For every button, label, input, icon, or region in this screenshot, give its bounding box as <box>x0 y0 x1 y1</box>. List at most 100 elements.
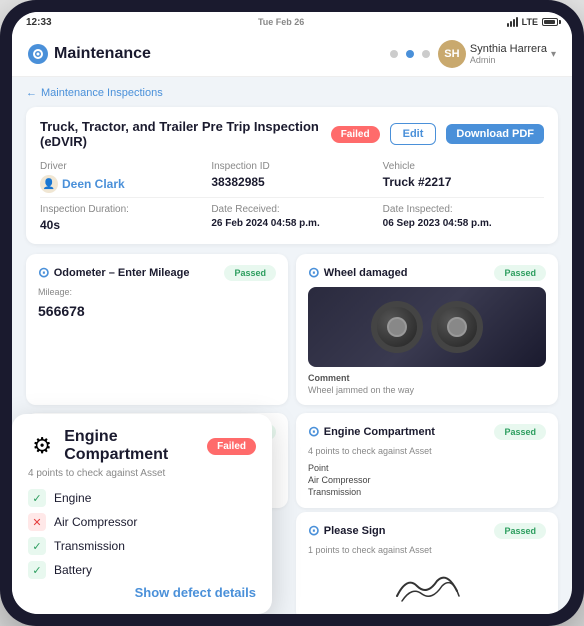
driver-value: 👤 Deen Clark <box>40 175 201 193</box>
duration-value: 40s <box>40 218 201 232</box>
check-label-battery: Battery <box>54 563 92 577</box>
engine-right-badge: Passed <box>494 424 546 440</box>
inspection-info-grid-2: Inspection Duration: 40s Date Received: … <box>40 204 544 232</box>
user-name: Synthia Harrera <box>470 43 547 55</box>
sign-title-row: ⊙ Please Sign Passed <box>308 522 546 539</box>
check-pass-icon-engine: ✓ <box>28 489 46 507</box>
gear-icon: ⚙ <box>28 430 56 462</box>
engine-right-icon: ⊙ <box>308 423 320 440</box>
vehicle-cell: Vehicle Truck #2217 <box>383 161 544 193</box>
download-pdf-button[interactable]: Download PDF <box>446 124 544 144</box>
wheel-title: ⊙ Wheel damaged <box>308 264 407 281</box>
status-right: LTE <box>507 17 558 27</box>
check-pass-icon-transmission: ✓ <box>28 537 46 555</box>
breadcrumb-arrow-icon: ← <box>26 87 37 99</box>
check-label-engine: Engine <box>54 491 91 505</box>
inspection-id-value: 38382985 <box>211 175 372 189</box>
engine-right-subtitle: 4 points to check against Asset <box>308 446 546 456</box>
nav-dot-2[interactable] <box>406 50 414 58</box>
check-item-air: ✕ Air Compressor <box>28 513 256 531</box>
inspection-header-card: Truck, Tractor, and Trailer Pre Trip Ins… <box>26 107 558 244</box>
comment-label: Comment <box>308 373 546 383</box>
sign-title: ⊙ Please Sign <box>308 522 386 539</box>
date-received-label: Date Received: <box>211 204 372 215</box>
app-name-label: Maintenance <box>54 45 151 63</box>
header-right: SH Synthia Harrera Admin ▾ <box>390 40 556 68</box>
engine-overlay-card: ⚙ Engine Compartment Failed 4 points to … <box>12 414 272 614</box>
sign-icon: ⊙ <box>308 522 320 539</box>
date-inspected-label: Date Inspected: <box>383 204 544 215</box>
check-fail-icon-air: ✕ <box>28 513 46 531</box>
chevron-down-icon: ▾ <box>551 49 556 60</box>
vehicle-value: Truck #2217 <box>383 175 544 189</box>
inspection-id-label: Inspection ID <box>211 161 372 172</box>
inspection-title-row: Truck, Tractor, and Trailer Pre Trip Ins… <box>40 119 544 149</box>
vehicle-label: Vehicle <box>383 161 544 172</box>
check-label-air: Air Compressor <box>54 515 137 529</box>
engine-point-1: Air Compressor <box>308 474 546 486</box>
duration-label: Inspection Duration: <box>40 204 201 215</box>
app-title-area: Maintenance <box>28 44 151 64</box>
odometer-value: 566678 <box>38 303 276 319</box>
driver-icon: 👤 <box>40 175 58 193</box>
check-item-transmission: ✓ Transmission <box>28 537 256 555</box>
wheel-title-row: ⊙ Wheel damaged Passed <box>308 264 546 281</box>
odometer-card: ⊙ Odometer – Enter Mileage Passed Mileag… <box>26 254 288 405</box>
inspection-info-grid: Driver 👤 Deen Clark Inspection ID 383829… <box>40 161 544 193</box>
app-header: Maintenance SH Synthia Harrera Admin ▾ <box>12 32 572 77</box>
odometer-title-row: ⊙ Odometer – Enter Mileage Passed <box>38 264 276 281</box>
inspection-id-cell: Inspection ID 38382985 <box>211 161 372 193</box>
engine-card-right: ⊙ Engine Compartment Passed 4 points to … <box>296 413 558 508</box>
check-item-battery: ✓ Battery <box>28 561 256 579</box>
user-area[interactable]: SH Synthia Harrera Admin ▾ <box>438 40 556 68</box>
wheel-circle-2 <box>431 301 483 353</box>
breadcrumb: ← Maintenance Inspections <box>26 87 558 99</box>
signal-bars <box>507 17 518 27</box>
edit-button[interactable]: Edit <box>390 123 437 145</box>
engine-right-title: ⊙ Engine Compartment <box>308 423 435 440</box>
wheel-image <box>308 287 546 367</box>
app-logo-icon <box>28 44 48 64</box>
avatar: SH <box>438 40 466 68</box>
engine-right-title-row: ⊙ Engine Compartment Passed <box>308 423 546 440</box>
inspection-title: Truck, Tractor, and Trailer Pre Trip Ins… <box>40 119 321 149</box>
battery-icon <box>542 18 558 26</box>
driver-label: Driver <box>40 161 201 172</box>
breadcrumb-link[interactable]: Maintenance Inspections <box>41 87 163 99</box>
status-time: 12:33 <box>26 17 52 28</box>
user-role: Admin <box>470 55 547 65</box>
wheel-damaged-card: ⊙ Wheel damaged Passed Comment Wheel jam… <box>296 254 558 405</box>
duration-cell: Inspection Duration: 40s <box>40 204 201 232</box>
odometer-icon: ⊙ <box>38 264 50 281</box>
engine-point-label: Point <box>308 462 546 474</box>
overlay-header: ⚙ Engine Compartment Failed <box>28 428 256 464</box>
overlay-title-area: ⚙ Engine Compartment <box>28 428 207 464</box>
tablet-screen: 12:33 Tue Feb 26 LTE <box>12 12 572 614</box>
signal-type: LTE <box>522 17 538 27</box>
date-inspected-cell: Date Inspected: 06 Sep 2023 04:58 p.m. <box>383 204 544 232</box>
check-pass-icon-battery: ✓ <box>28 561 46 579</box>
check-item-engine: ✓ Engine <box>28 489 256 507</box>
nav-dot-3[interactable] <box>422 50 430 58</box>
tablet-frame: 12:33 Tue Feb 26 LTE <box>0 0 584 626</box>
odometer-badge: Passed <box>224 265 276 281</box>
overlay-subtitle: 4 points to check against Asset <box>28 468 256 479</box>
show-defect-link[interactable]: Show defect details <box>28 585 256 600</box>
odometer-subtitle: Mileage: <box>38 287 276 297</box>
sign-badge: Passed <box>494 523 546 539</box>
odometer-title: ⊙ Odometer – Enter Mileage <box>38 264 189 281</box>
nav-dot-1[interactable] <box>390 50 398 58</box>
date-received-cell: Date Received: 26 Feb 2024 04:58 p.m. <box>211 204 372 232</box>
overlay-status-badge: Failed <box>207 438 256 455</box>
battery-fill <box>544 20 555 24</box>
engine-point-2: Transmission <box>308 486 546 498</box>
sign-subtitle: 1 points to check against Asset <box>308 545 546 555</box>
signature-image <box>387 566 467 606</box>
date-received-value: 26 Feb 2024 04:58 p.m. <box>211 218 372 229</box>
status-badge-failed: Failed <box>331 126 380 143</box>
status-bar: 12:33 Tue Feb 26 LTE <box>12 12 572 32</box>
comment-text: Wheel jammed on the way <box>308 385 546 395</box>
please-sign-card: ⊙ Please Sign Passed 1 points to check a… <box>296 512 558 614</box>
status-date: Tue Feb 26 <box>258 17 304 27</box>
wheel-badge: Passed <box>494 265 546 281</box>
